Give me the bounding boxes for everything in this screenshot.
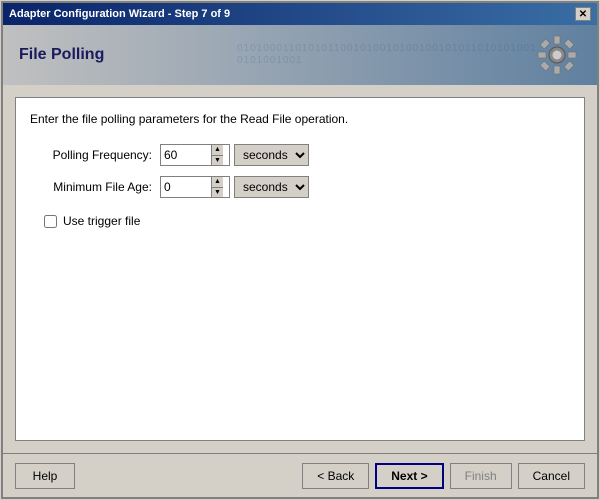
polling-frequency-unit[interactable]: seconds minutes hours xyxy=(234,144,309,166)
minimum-file-age-spinner-buttons: ▲ ▼ xyxy=(211,177,223,197)
wizard-window: Adapter Configuration Wizard - Step 7 of… xyxy=(1,1,599,499)
window-title: Adapter Configuration Wizard - Step 7 of… xyxy=(9,8,230,20)
polling-frequency-input[interactable] xyxy=(161,145,211,165)
page-title: File Polling xyxy=(19,46,104,64)
polling-frequency-label: Polling Frequency: xyxy=(30,148,160,162)
minimum-file-age-input[interactable] xyxy=(161,177,211,197)
header-banner: File Polling 010100011010101100101001010… xyxy=(3,25,597,85)
description: Enter the file polling parameters for th… xyxy=(30,112,570,126)
trigger-file-checkbox[interactable] xyxy=(44,215,57,228)
finish-button: Finish xyxy=(450,463,512,489)
header-bg-decoration: 0101000110101011001010010100100101011010… xyxy=(237,25,537,85)
help-button[interactable]: Help xyxy=(15,463,75,489)
polling-frequency-spinner[interactable]: ▲ ▼ xyxy=(160,144,230,166)
polling-frequency-down[interactable]: ▼ xyxy=(212,156,223,166)
minimum-file-age-down[interactable]: ▼ xyxy=(212,188,223,198)
polling-frequency-row: Polling Frequency: ▲ ▼ seconds minutes h… xyxy=(30,144,570,166)
cancel-button[interactable]: Cancel xyxy=(518,463,585,489)
minimum-file-age-spinner[interactable]: ▲ ▼ xyxy=(160,176,230,198)
close-button[interactable]: ✕ xyxy=(575,7,591,21)
polling-frequency-up[interactable]: ▲ xyxy=(212,145,223,156)
inner-panel: Enter the file polling parameters for th… xyxy=(15,97,585,441)
minimum-file-age-row: Minimum File Age: ▲ ▼ seconds minutes ho… xyxy=(30,176,570,198)
trigger-file-label: Use trigger file xyxy=(63,214,140,228)
footer-left: Help xyxy=(15,463,75,489)
minimum-file-age-up[interactable]: ▲ xyxy=(212,177,223,188)
footer: Help < Back Next > Finish Cancel xyxy=(3,453,597,497)
title-bar: Adapter Configuration Wizard - Step 7 of… xyxy=(3,3,597,25)
footer-right: < Back Next > Finish Cancel xyxy=(302,463,585,489)
minimum-file-age-label: Minimum File Age: xyxy=(30,180,160,194)
gear-icon xyxy=(533,31,581,79)
polling-frequency-spinner-buttons: ▲ ▼ xyxy=(211,145,223,165)
minimum-file-age-unit[interactable]: seconds minutes hours xyxy=(234,176,309,198)
trigger-file-row: Use trigger file xyxy=(44,214,570,228)
content-area: Enter the file polling parameters for th… xyxy=(3,85,597,453)
back-button[interactable]: < Back xyxy=(302,463,369,489)
next-button[interactable]: Next > xyxy=(375,463,443,489)
